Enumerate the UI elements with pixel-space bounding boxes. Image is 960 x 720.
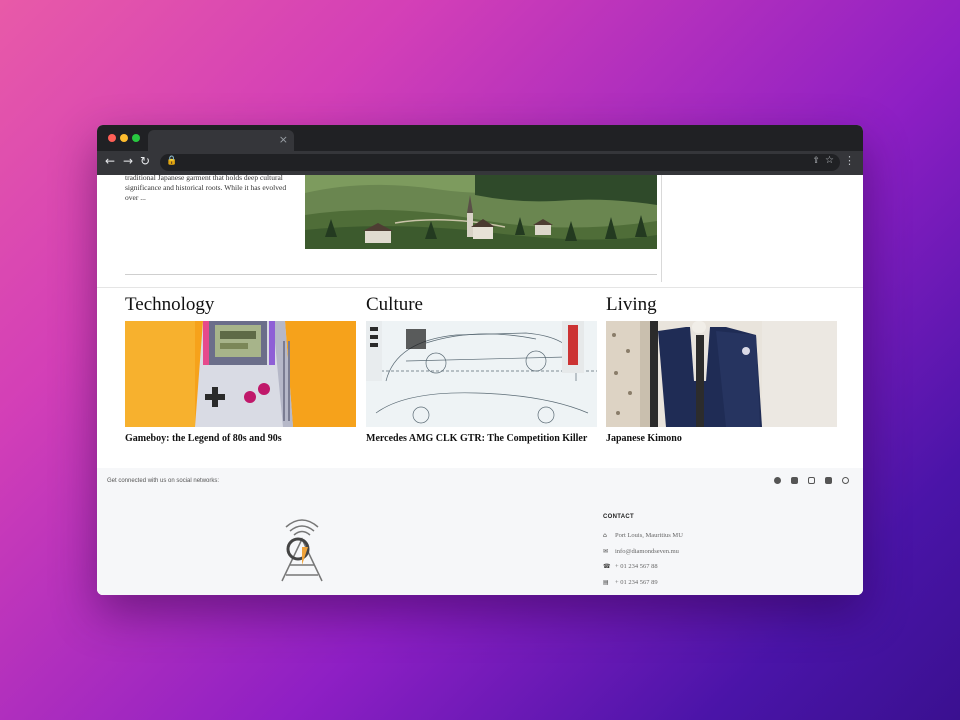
browser-window: × ← → ↻ 🔒 ⇪ ☆ ⋮ traditional Japanese gar…: [97, 125, 863, 595]
contact-heading: CONTACT: [603, 514, 634, 520]
race-car-blueprint-image[interactable]: [366, 321, 597, 427]
title-bar: ×: [97, 125, 863, 151]
minimize-window-button[interactable]: [120, 134, 128, 142]
share-icon[interactable]: ⇪: [812, 156, 820, 166]
back-icon[interactable]: ←: [105, 154, 115, 168]
printer-icon: ▤: [603, 579, 609, 586]
home-icon: ⌂: [603, 532, 607, 539]
envelope-icon: ✉: [603, 548, 609, 555]
browser-tab[interactable]: ×: [148, 130, 294, 151]
landscape-image[interactable]: [305, 175, 657, 249]
contact-fax: ▤ + 01 234 567 89: [603, 579, 658, 586]
site-footer: Get connected with us on social networks…: [97, 468, 863, 595]
browser-toolbar: ← → ↻ 🔒 ⇪ ☆ ⋮: [97, 151, 863, 175]
gameboy-image[interactable]: [125, 321, 356, 427]
contact-phone: ☎ + 01 234 567 88: [603, 563, 658, 570]
x-icon[interactable]: [808, 477, 815, 484]
social-callout: Get connected with us on social networks…: [107, 478, 220, 484]
race-car-blueprint-illustration: [366, 321, 597, 427]
reload-icon[interactable]: ↻: [140, 154, 150, 168]
email-text[interactable]: info@diamondseven.mu: [615, 548, 679, 555]
section-divider: [97, 287, 863, 288]
article-title[interactable]: Mercedes AMG CLK GTR: The Competition Ki…: [366, 432, 597, 445]
maximize-window-button[interactable]: [132, 134, 140, 142]
article-title[interactable]: Gameboy: the Legend of 80s and 90s: [125, 432, 356, 445]
close-window-button[interactable]: [108, 134, 116, 142]
lock-icon: 🔒: [166, 156, 178, 166]
phone-icon: ☎: [603, 563, 611, 570]
article-divider: [125, 274, 657, 275]
gameboy-illustration: [125, 321, 356, 427]
category-heading[interactable]: Technology: [125, 293, 356, 317]
category-living: Living Japanese Kimono: [606, 293, 837, 445]
fax-text: + 01 234 567 89: [615, 579, 658, 586]
kimono-image[interactable]: [606, 321, 837, 427]
twitter-icon[interactable]: [791, 477, 798, 484]
linkedin-icon[interactable]: [825, 477, 832, 484]
facebook-icon[interactable]: [774, 477, 781, 484]
tab-close-icon[interactable]: ×: [279, 133, 288, 146]
page-viewport: traditional Japanese garment that holds …: [97, 175, 863, 595]
category-culture: Culture Mercedes AMG CLK GTR: The Compet…: [366, 293, 597, 445]
category-technology: Technology Gameboy: the Legend of 80s an…: [125, 293, 356, 445]
sidebar-divider: [661, 175, 662, 282]
browser-menu-icon[interactable]: ⋮: [844, 154, 855, 167]
forward-icon[interactable]: →: [123, 154, 133, 168]
kimono-illustration: [606, 321, 837, 427]
address-bar[interactable]: 🔒 ⇪ ☆: [160, 154, 840, 171]
antenna-logo-icon: [281, 519, 323, 582]
site-logo[interactable]: [272, 513, 332, 585]
phone-text: + 01 234 567 88: [615, 563, 658, 570]
address-text: Port Louis, Mauritius MU: [615, 532, 683, 539]
social-links: [774, 477, 849, 484]
contact-email: ✉ info@diamondseven.mu: [603, 548, 679, 555]
contact-address: ⌂ Port Louis, Mauritius MU: [603, 532, 683, 539]
category-heading[interactable]: Culture: [366, 293, 597, 317]
article-snippet: traditional Japanese garment that holds …: [125, 175, 287, 202]
article-title[interactable]: Japanese Kimono: [606, 432, 837, 445]
category-heading[interactable]: Living: [606, 293, 837, 317]
alpine-village-illustration: [305, 175, 657, 249]
bookmark-star-icon[interactable]: ☆: [825, 155, 834, 166]
whatsapp-icon[interactable]: [842, 477, 849, 484]
